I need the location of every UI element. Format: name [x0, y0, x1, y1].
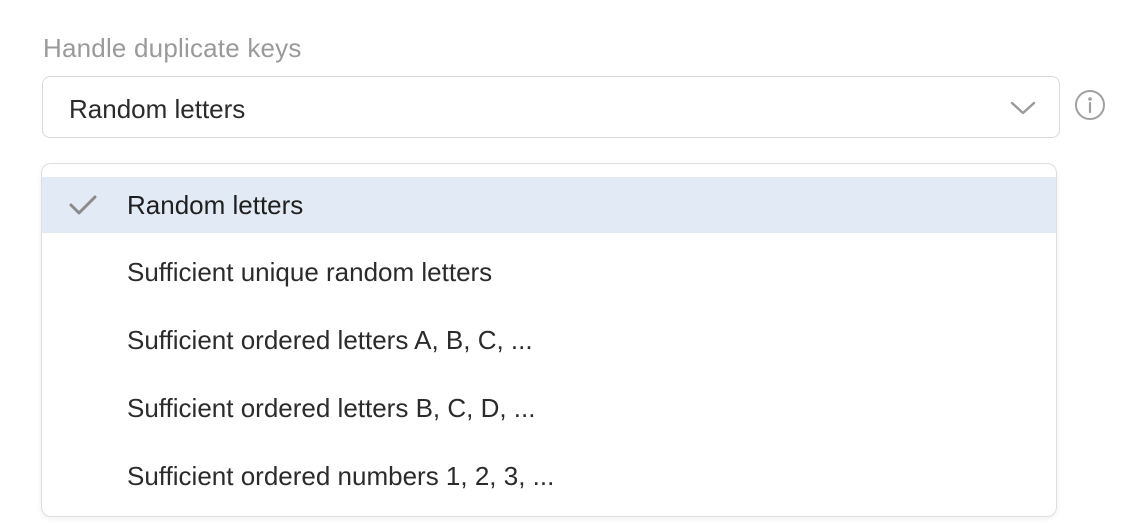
- option-ordered-letters-bcd[interactable]: Sufficient ordered letters B, C, D, ...: [42, 380, 1056, 436]
- select-value: Random letters: [69, 94, 246, 124]
- option-label: Random letters: [127, 190, 304, 220]
- option-label: Sufficient ordered numbers 1, 2, 3, ...: [127, 461, 555, 491]
- dropdown-menu: Random letters Sufficient unique random …: [41, 163, 1057, 517]
- option-label: Sufficient ordered letters B, C, D, ...: [127, 393, 536, 423]
- option-ordered-numbers[interactable]: Sufficient ordered numbers 1, 2, 3, ...: [42, 448, 1056, 504]
- option-ordered-letters-abc[interactable]: Sufficient ordered letters A, B, C, ...: [42, 312, 1056, 368]
- chevron-down-icon: [1010, 101, 1036, 115]
- option-random-letters[interactable]: Random letters: [42, 177, 1056, 233]
- option-unique-random-letters[interactable]: Sufficient unique random letters: [42, 244, 1056, 300]
- info-icon[interactable]: [1074, 89, 1106, 121]
- field-label: Handle duplicate keys: [43, 33, 302, 63]
- option-label: Sufficient ordered letters A, B, C, ...: [127, 325, 533, 355]
- check-icon: [69, 195, 97, 215]
- option-label: Sufficient unique random letters: [127, 257, 493, 287]
- duplicate-keys-select[interactable]: Random letters: [42, 76, 1060, 138]
